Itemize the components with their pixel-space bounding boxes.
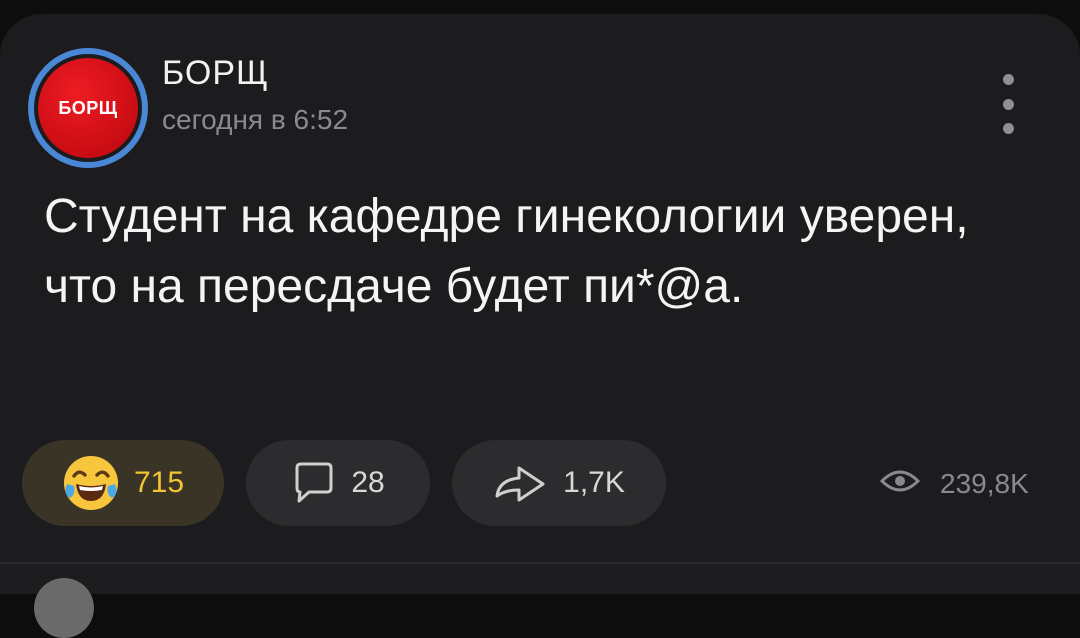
channel-name[interactable]: БОРЩ <box>162 54 269 93</box>
more-dots-icon <box>1002 123 1014 134</box>
next-post-avatar[interactable] <box>34 578 94 638</box>
reaction-count: 715 <box>133 466 185 499</box>
post-text: Студент на кафедре гинекологии уверен, ч… <box>44 190 969 313</box>
channel-avatar[interactable]: БОРЩ <box>28 48 148 168</box>
share-count: 1,7K <box>563 466 625 499</box>
more-options-button[interactable] <box>994 74 1022 134</box>
avatar-logo: БОРЩ <box>38 58 138 158</box>
avatar-ring-gap: БОРЩ <box>34 54 142 162</box>
views-count: 239,8K <box>940 468 1029 499</box>
laughing-tears-emoji-icon <box>62 454 120 512</box>
eye-icon <box>879 467 921 502</box>
comment-button[interactable]: 28 <box>246 440 430 526</box>
reaction-button[interactable]: 715 <box>22 440 224 526</box>
avatar-logo-text: БОРЩ <box>58 97 118 118</box>
speech-bubble-icon <box>291 460 337 506</box>
share-button[interactable]: 1,7K <box>452 440 666 526</box>
post-divider <box>0 562 1080 564</box>
views-counter: 239,8K <box>879 464 1029 504</box>
comment-count: 28 <box>351 466 385 499</box>
share-arrow-icon <box>493 460 549 506</box>
post-timestamp: сегодня в 6:52 <box>162 104 349 135</box>
more-dots-icon <box>1002 98 1014 110</box>
post-card: БОРЩ БОРЩ сегодня в 6:52 Студент на кафе… <box>0 14 1080 594</box>
more-dots-icon <box>1002 74 1014 85</box>
